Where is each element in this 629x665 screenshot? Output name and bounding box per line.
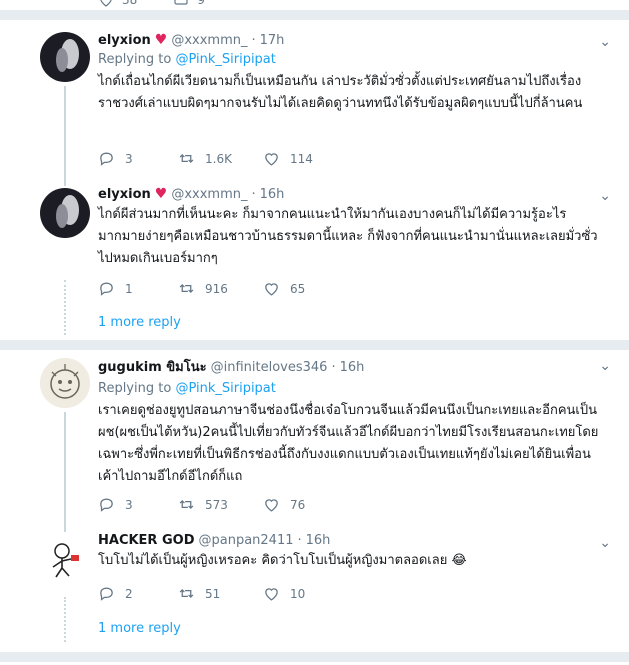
chevron-down-icon[interactable]: ⌄ — [599, 358, 611, 374]
tweet-actions: 3 573 76 — [98, 496, 343, 513]
tweet-header: elyxion ♥ @xxxmmn_ · 16h — [98, 186, 285, 202]
timestamp[interactable]: 16h — [306, 533, 331, 548]
like-count: 10 — [290, 586, 306, 601]
more-reply-link[interactable]: 1 more reply — [98, 315, 181, 330]
like-count: 114 — [290, 151, 313, 166]
thread-dots — [64, 280, 66, 335]
username[interactable]: @panpan2411 — [198, 533, 293, 548]
previous-tweet-actions: 38 9 — [98, 0, 205, 10]
reply-count: 1 — [125, 281, 133, 296]
retweet-count: 573 — [205, 497, 228, 512]
retweet-icon — [179, 154, 194, 163]
tweet-thread: 38 9 elyxion ♥ @xxxmmn_ · 17h Replying t… — [0, 0, 629, 665]
heart-icon — [265, 153, 278, 166]
like-button[interactable]: 65 — [263, 280, 343, 297]
thread-line — [64, 86, 66, 186]
tweet-header: elyxion ♥ @xxxmmn_ · 17h — [98, 32, 285, 48]
reply-button[interactable]: 1 — [98, 280, 178, 297]
tweet-item[interactable]: HACKER GOD @panpan2411 · 16h โบโบไม่ได้เ… — [0, 525, 629, 650]
other-count: 9 — [197, 0, 205, 7]
username[interactable]: @infiniteloves346 — [211, 360, 328, 375]
heart-emoji-icon: ♥ — [154, 32, 168, 48]
avatar[interactable] — [40, 358, 90, 408]
avatar[interactable] — [40, 188, 90, 238]
heart-icon — [100, 0, 112, 7]
tweet-item[interactable]: gugukim ขิมโนะ @infiniteloves346 · 16h R… — [0, 350, 629, 532]
tweet-actions: 3 1.6K 114 — [98, 150, 343, 167]
heart-icon — [265, 499, 278, 512]
tweet-text: เราเคยดูช่องยูทูปสอนภาษาจีนช่องนึงชื่อเจ… — [98, 403, 599, 484]
tweet-header: HACKER GOD @panpan2411 · 16h — [98, 533, 331, 548]
tweet-text: ไกด์ผีส่วนมากที่เห็นนะคะ ก็มาจากคนแนะนำใ… — [98, 207, 598, 266]
username[interactable]: @xxxmmn_ — [171, 187, 247, 202]
retweet-count: 916 — [205, 281, 228, 296]
thread-line — [64, 412, 66, 532]
like-button[interactable]: 10 — [263, 585, 343, 602]
display-name[interactable]: elyxion — [98, 33, 151, 48]
retweet-icon — [179, 589, 194, 598]
avatar[interactable] — [40, 533, 90, 583]
reply-button[interactable]: 3 — [98, 150, 178, 167]
like-count: 38 — [122, 0, 138, 7]
heart-emoji-icon: ♥ — [154, 186, 168, 202]
replying-to: Replying to @Pink_Siripipat — [98, 381, 276, 396]
chevron-down-icon[interactable]: ⌄ — [599, 535, 611, 551]
chevron-down-icon[interactable]: ⌄ — [599, 188, 611, 204]
retweet-button[interactable]: 1.6K — [178, 150, 263, 167]
reply-count: 2 — [125, 586, 133, 601]
thread-dots — [64, 597, 66, 642]
reply-target-link[interactable]: @Pink_Siripipat — [175, 52, 275, 67]
replying-to: Replying to @Pink_Siripipat — [98, 52, 276, 67]
display-name[interactable]: HACKER GOD — [98, 533, 194, 548]
tweet-item[interactable]: elyxion ♥ @xxxmmn_ · 17h Replying to @Pi… — [0, 20, 629, 186]
reply-target-link[interactable]: @Pink_Siripipat — [175, 381, 275, 396]
section-divider — [0, 10, 629, 20]
reply-icon — [100, 498, 113, 512]
reply-icon — [100, 587, 113, 601]
retweet-button[interactable]: 916 — [178, 280, 263, 297]
reply-count: 3 — [125, 151, 133, 166]
heart-icon — [265, 588, 278, 601]
tweet-actions: 2 51 10 — [98, 585, 343, 602]
tweet-text: โบโบไม่ได้เป็นผู้หญิงเหรอคะ คิดว่าโบโบเป… — [98, 553, 467, 568]
more-reply-link[interactable]: 1 more reply — [98, 621, 181, 636]
dm-action[interactable]: 9 — [173, 0, 205, 10]
like-button[interactable]: 114 — [263, 150, 343, 167]
retweet-count: 51 — [205, 586, 221, 601]
tweet-item[interactable]: elyxion ♥ @xxxmmn_ · 16h ไกด์ผีส่วนมากที… — [0, 180, 629, 345]
reply-button[interactable]: 3 — [98, 496, 178, 513]
retweet-button[interactable]: 573 — [178, 496, 263, 513]
display-name[interactable]: elyxion — [98, 187, 151, 202]
tweet-text: ไกด์เถื่อนไกด์ผีเวียดนามก็เป็นเหมือนกัน … — [98, 74, 583, 111]
retweet-count: 1.6K — [205, 151, 232, 166]
timestamp[interactable]: 17h — [260, 33, 285, 48]
timestamp[interactable]: 16h — [260, 187, 285, 202]
timestamp[interactable]: 16h — [340, 360, 365, 375]
section-divider — [0, 652, 629, 662]
retweet-icon — [179, 284, 194, 293]
like-action[interactable]: 38 — [98, 0, 137, 10]
display-name[interactable]: gugukim ขิมโนะ — [98, 356, 207, 377]
reply-button[interactable]: 2 — [98, 585, 178, 602]
like-count: 65 — [290, 281, 306, 296]
reply-count: 3 — [125, 497, 133, 512]
like-button[interactable]: 76 — [263, 496, 343, 513]
tweet-header: gugukim ขิมโนะ @infiniteloves346 · 16h — [98, 356, 607, 377]
retweet-button[interactable]: 51 — [178, 585, 263, 602]
heart-icon — [265, 283, 278, 296]
section-divider — [0, 340, 629, 350]
tweet-actions: 1 916 65 — [98, 280, 343, 297]
username[interactable]: @xxxmmn_ — [171, 33, 247, 48]
avatar[interactable] — [40, 32, 90, 82]
reply-icon — [100, 282, 113, 296]
reply-icon — [100, 152, 113, 166]
retweet-icon — [179, 500, 194, 509]
chevron-down-icon[interactable]: ⌄ — [599, 34, 611, 50]
like-count: 76 — [290, 497, 306, 512]
mail-icon — [174, 0, 188, 5]
